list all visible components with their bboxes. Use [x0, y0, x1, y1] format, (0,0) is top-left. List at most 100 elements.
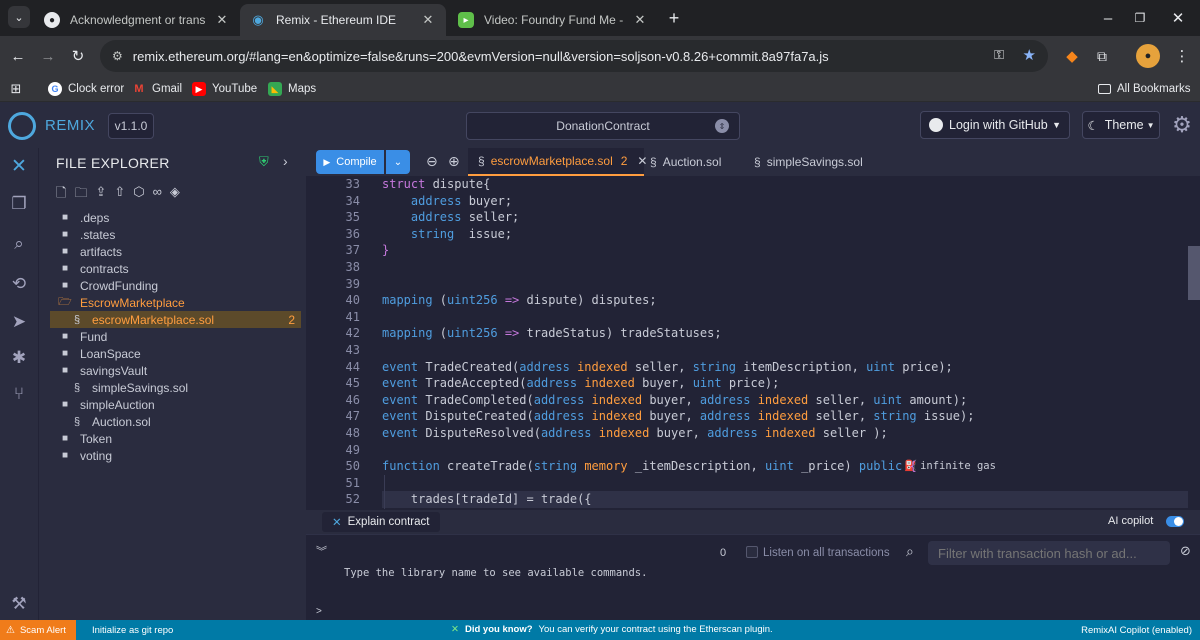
file-item[interactable]: § escrowMarketplace.sol 2: [50, 311, 301, 328]
compile-button[interactable]: ▶ Compile: [316, 150, 384, 174]
browser-tab-remix[interactable]: ◉ Remix - Ethereum IDE ✕: [240, 4, 446, 36]
workspace-selector[interactable]: DonationContract ⇕: [466, 112, 740, 140]
terminal-output[interactable]: Type the library name to see available c…: [306, 567, 1200, 620]
zoom-out-icon[interactable]: ⊖: [426, 153, 438, 170]
browser-toolbar: ← → ↻ ⚙ remix.ethereum.org/#lang=en&opti…: [0, 36, 1200, 76]
chevron-down-icon: ▼: [1146, 120, 1155, 130]
close-icon[interactable]: ✕: [637, 154, 647, 168]
search-icon[interactable]: ⌕: [7, 232, 31, 256]
file-explorer-icon[interactable]: ❐: [7, 192, 31, 216]
file-item[interactable]: § simpleSavings.sol: [50, 379, 301, 396]
folder-item[interactable]: ■ .deps: [50, 209, 301, 226]
folder-item[interactable]: ■ .states: [50, 226, 301, 243]
deploy-icon[interactable]: ➤: [7, 310, 31, 334]
code-editor[interactable]: ⛽ infinite gas 33 struct dispute{34 addres…: [306, 176, 1200, 509]
theme-button[interactable]: ☾ Theme ▼: [1082, 111, 1160, 139]
folder-item[interactable]: ■ Token: [50, 430, 301, 447]
item-label: EscrowMarketplace: [80, 295, 185, 310]
tab-search-icon[interactable]: ⌄: [8, 6, 30, 28]
menu-icon[interactable]: ⋮: [1170, 44, 1194, 68]
solidity-compiler-icon[interactable]: ⟲: [7, 272, 31, 296]
folder-item[interactable]: ■ LoanSpace: [50, 345, 301, 362]
folder-item[interactable]: ■ CrowdFunding: [50, 277, 301, 294]
plugin-manager-icon[interactable]: ⚒: [7, 592, 31, 616]
minimize-icon[interactable]: –: [1096, 6, 1120, 30]
back-icon[interactable]: ←: [6, 44, 30, 68]
bookmark-clock-error[interactable]: G Clock error: [48, 80, 124, 98]
new-tab-icon[interactable]: +: [662, 6, 686, 30]
browser-tab-video[interactable]: ▸ Video: Foundry Fund Me - Foun ✕: [448, 4, 658, 36]
address-bar[interactable]: ⚙ remix.ethereum.org/#lang=en&optimize=f…: [100, 40, 1048, 72]
upload-file-icon[interactable]: ⇪: [95, 184, 106, 206]
bookmark-maps[interactable]: ◣ Maps: [268, 80, 316, 98]
folder-item[interactable]: ■ simpleAuction: [50, 396, 301, 413]
close-icon[interactable]: ✕: [214, 12, 230, 28]
bookmark-youtube[interactable]: ▶ YouTube: [192, 80, 257, 98]
tip-text: You can verify your contract using the E…: [538, 624, 773, 635]
window-close-icon[interactable]: ✕: [1166, 6, 1190, 30]
folder-item[interactable]: ■ artifacts: [50, 243, 301, 260]
all-bookmarks[interactable]: All Bookmarks: [1098, 80, 1191, 98]
init-git-link[interactable]: Initialize as git repo: [92, 625, 173, 636]
star-icon[interactable]: ★: [1023, 46, 1036, 64]
site-info-icon[interactable]: ⚙: [112, 49, 123, 63]
listen-checkbox[interactable]: [746, 546, 758, 558]
link-icon[interactable]: ∞: [153, 184, 162, 206]
editor-tab-auction[interactable]: § Auction.sol: [648, 148, 748, 176]
login-github-button[interactable]: Login with GitHub ▼: [920, 111, 1070, 139]
code-line: mapping (uint256 => tradeStatus) tradeSt…: [382, 326, 722, 341]
reload-icon[interactable]: ↻: [66, 44, 90, 68]
new-folder-icon[interactable]: 🗀: [74, 184, 87, 206]
line-number: 44: [345, 359, 360, 374]
maps-icon: ◣: [268, 82, 282, 96]
explain-contract-button[interactable]: ✕ Explain contract: [322, 512, 440, 532]
line-number: 36: [345, 226, 360, 241]
compile-options-button[interactable]: ⌄: [386, 150, 410, 174]
folder-item[interactable]: ■ voting: [50, 447, 301, 464]
scam-alert[interactable]: ⚠ Scam Alert: [0, 620, 76, 640]
remix-header: REMIX v1.1.0 DonationContract ⇕ Login wi…: [0, 102, 1200, 148]
browser-tab-acknowledgment[interactable]: ● Acknowledgment or transition ✕: [34, 4, 240, 36]
settings-gear-icon[interactable]: ⚙: [1170, 112, 1194, 137]
restore-icon[interactable]: ❐: [1128, 6, 1152, 30]
folder-item[interactable]: ■ contracts: [50, 260, 301, 277]
avatar[interactable]: ●: [1136, 44, 1160, 68]
search-icon: ⌕: [906, 543, 914, 559]
upload-folder-icon[interactable]: ⇧: [114, 184, 125, 206]
item-label: .deps: [80, 210, 110, 225]
transaction-filter-input[interactable]: [928, 541, 1170, 565]
editor-tab-escrowmarketplace[interactable]: § escrowMarketplace.sol 2 ✕: [468, 148, 647, 176]
scrollbar-thumb[interactable]: [1188, 246, 1200, 300]
metamask-icon[interactable]: ◆: [1060, 44, 1084, 68]
git-clone-icon[interactable]: ◈: [170, 184, 180, 206]
copilot-status[interactable]: RemixAI Copilot (enabled): [1081, 625, 1192, 636]
line-number: 39: [345, 276, 360, 291]
forward-icon[interactable]: →: [36, 44, 60, 68]
extensions-icon[interactable]: ⧉: [1090, 44, 1114, 68]
key-icon[interactable]: ⚿: [994, 47, 1004, 63]
folder-item[interactable]: ■ savingsVault: [50, 362, 301, 379]
new-file-icon[interactable]: 🗋: [56, 184, 66, 206]
zoom-in-icon[interactable]: ⊕: [448, 153, 460, 170]
status-bar: ⚠ Scam Alert Initialize as git repo ✕ Di…: [0, 620, 1200, 640]
chevron-right-icon[interactable]: ›: [283, 153, 288, 169]
editor-tab-simplesavings[interactable]: § simpleSavings.sol: [754, 148, 894, 176]
bookmark-gmail[interactable]: M Gmail: [132, 80, 182, 98]
folder-icon: ■: [61, 263, 69, 274]
clear-terminal-icon[interactable]: ⊘: [1180, 543, 1191, 559]
home-logo-icon[interactable]: ✕: [7, 154, 31, 178]
ai-copilot-toggle[interactable]: [1166, 516, 1184, 527]
debugger-icon[interactable]: ✱: [7, 346, 31, 370]
folder-icon: ■: [61, 212, 69, 223]
apps-grid-icon[interactable]: ⊞: [4, 77, 28, 101]
bookmark-label: Clock error: [68, 83, 125, 95]
file-item[interactable]: § Auction.sol: [50, 413, 301, 430]
folder-item[interactable]: 🗁 EscrowMarketplace: [50, 294, 301, 311]
folder-item[interactable]: ■ Fund: [50, 328, 301, 345]
chevron-double-down-icon[interactable]: ︾: [316, 543, 327, 559]
close-icon[interactable]: ✕: [632, 12, 648, 28]
line-number: 34: [345, 193, 360, 208]
close-icon[interactable]: ✕: [420, 12, 436, 28]
package-icon[interactable]: ⬡: [133, 184, 144, 206]
git-icon[interactable]: ⑂: [7, 382, 31, 406]
